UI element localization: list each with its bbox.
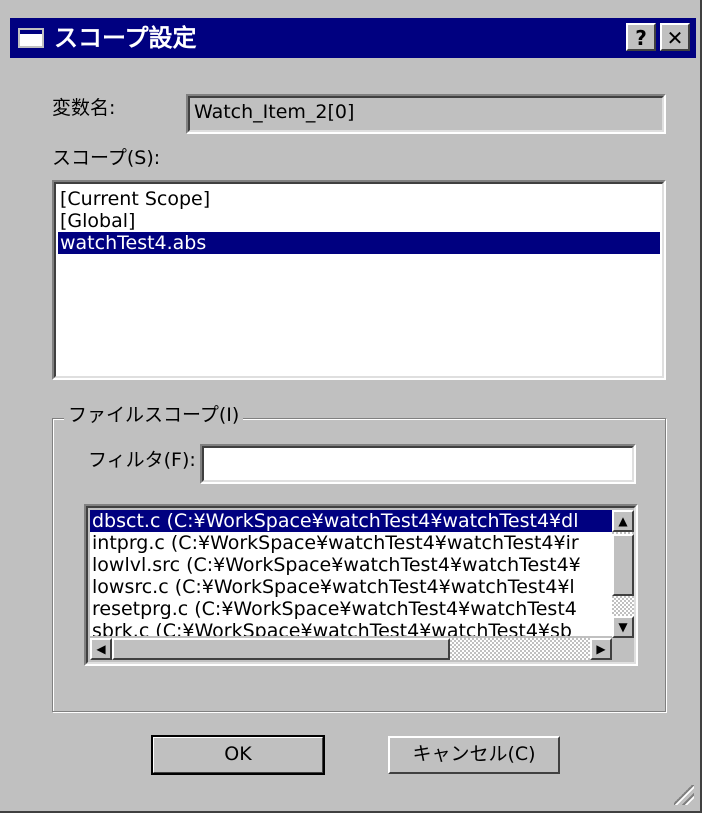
- window-title: スコープ設定: [54, 24, 197, 52]
- file-scope-title: ファイルスコープ(I): [64, 402, 244, 428]
- scroll-right-icon[interactable]: ▶: [590, 638, 612, 660]
- variable-name-label: 変数名:: [52, 97, 116, 119]
- help-button[interactable]: ?: [626, 23, 656, 51]
- file-list-item[interactable]: resetprg.c (C:¥WorkSpace¥watchTest4¥watc…: [90, 598, 612, 620]
- scope-list[interactable]: [Current Scope] [Global] watchTest4.abs: [52, 180, 666, 380]
- window-icon: [18, 28, 44, 48]
- hscroll-thumb[interactable]: [112, 638, 450, 660]
- file-list-box: dbsct.c (C:¥WorkSpace¥watchTest4¥watchTe…: [84, 504, 638, 666]
- scope-settings-dialog: スコープ設定 ? ✕ 変数名: Watch_Item_2[0] スコープ(S):…: [0, 0, 702, 813]
- scroll-left-icon[interactable]: ◀: [90, 638, 112, 660]
- scope-list-item[interactable]: [Global]: [58, 210, 660, 232]
- filter-label: フィルタ(F):: [88, 449, 196, 471]
- vscroll-thumb[interactable]: [612, 534, 634, 596]
- resize-grip-icon[interactable]: [674, 785, 694, 805]
- file-list-item[interactable]: sbrk.c (C:¥WorkSpace¥watchTest4¥watchTes…: [90, 620, 612, 636]
- scope-list-item[interactable]: [Current Scope]: [58, 188, 660, 210]
- close-button[interactable]: ✕: [660, 23, 690, 51]
- scope-list-item[interactable]: watchTest4.abs: [58, 232, 660, 254]
- title-bar[interactable]: スコープ設定 ? ✕: [10, 18, 696, 58]
- scope-label: スコープ(S):: [52, 147, 161, 169]
- variable-name-value: Watch_Item_2[0]: [194, 101, 355, 123]
- variable-name-field: Watch_Item_2[0]: [186, 94, 666, 134]
- scroll-down-icon[interactable]: ▼: [612, 616, 634, 638]
- file-list[interactable]: dbsct.c (C:¥WorkSpace¥watchTest4¥watchTe…: [90, 510, 612, 636]
- ok-button[interactable]: OK: [151, 735, 325, 775]
- file-list-item[interactable]: lowsrc.c (C:¥WorkSpace¥watchTest4¥watchT…: [90, 576, 612, 598]
- file-list-item[interactable]: intprg.c (C:¥WorkSpace¥watchTest4¥watchT…: [90, 532, 612, 554]
- cancel-button[interactable]: キャンセル(C): [388, 736, 560, 774]
- scroll-up-icon[interactable]: ▲: [612, 510, 634, 532]
- file-list-item[interactable]: lowlvl.src (C:¥WorkSpace¥watchTest4¥watc…: [90, 554, 612, 576]
- file-list-item[interactable]: dbsct.c (C:¥WorkSpace¥watchTest4¥watchTe…: [90, 510, 612, 532]
- filter-input[interactable]: [200, 444, 636, 484]
